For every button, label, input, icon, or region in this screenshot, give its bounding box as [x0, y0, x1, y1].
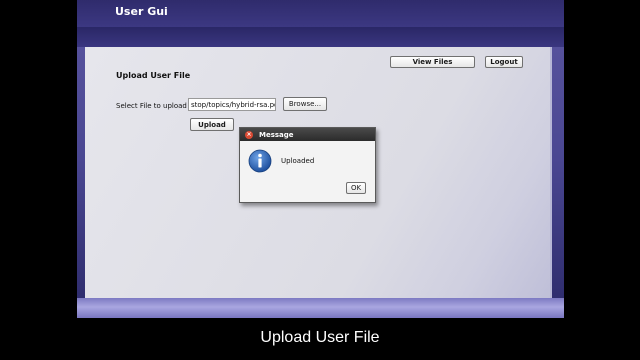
select-file-label: Select File to upload — [116, 102, 187, 110]
logout-button[interactable]: Logout — [485, 56, 523, 68]
file-path-field[interactable]: stop/topics/hybrid-rsa.pdf — [188, 98, 276, 111]
title-bar: User Gui — [77, 0, 564, 27]
close-icon[interactable]: × — [245, 130, 253, 139]
view-files-button[interactable]: View Files — [390, 56, 475, 68]
info-icon — [248, 149, 272, 173]
upload-button[interactable]: Upload — [190, 118, 234, 131]
ok-button[interactable]: OK — [346, 182, 366, 194]
message-dialog: × Message Uploaded OK — [239, 127, 376, 203]
dialog-title-bar: × Message — [240, 128, 375, 141]
dialog-title: Message — [259, 130, 294, 139]
window-title: User Gui — [115, 5, 168, 18]
browse-button[interactable]: Browse... — [283, 97, 327, 111]
header-stripe — [77, 27, 564, 47]
dialog-message: Uploaded — [281, 157, 315, 165]
bottom-band — [77, 298, 564, 318]
video-caption: Upload User File — [260, 329, 380, 346]
upload-heading: Upload User File — [116, 71, 191, 80]
